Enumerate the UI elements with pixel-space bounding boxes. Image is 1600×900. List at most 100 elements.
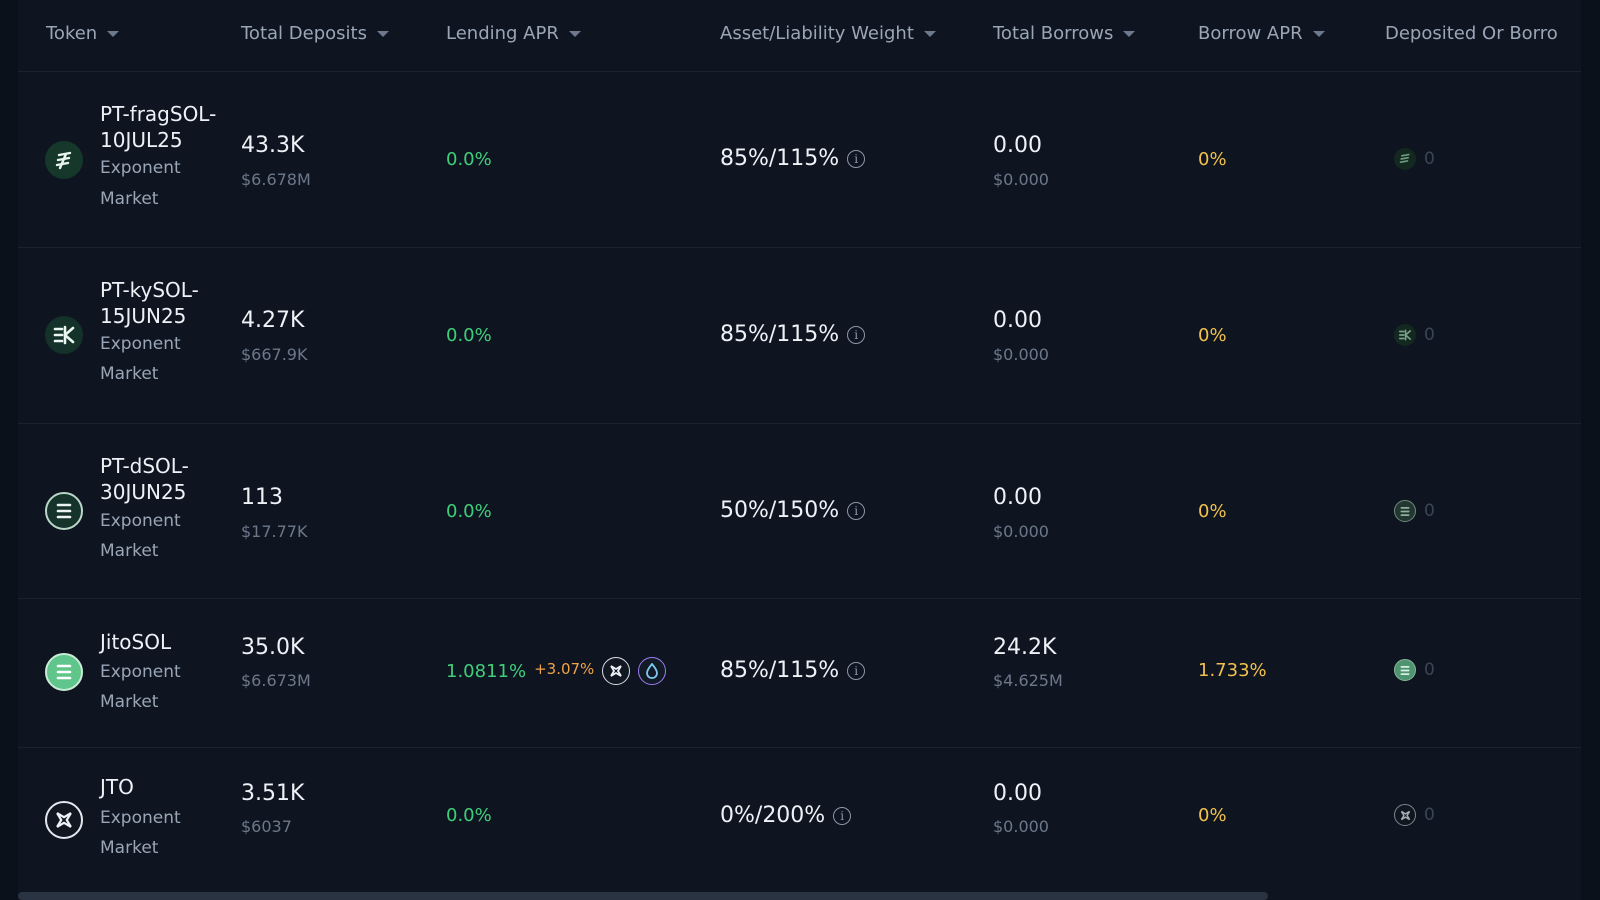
info-icon[interactable]: i	[847, 149, 866, 168]
borrow-apr: 1.733%	[1198, 660, 1267, 681]
fragsol-icon	[45, 141, 83, 179]
lending-apr: 0.0%	[446, 149, 492, 170]
column-header-token[interactable]: Token	[46, 20, 120, 46]
column-header-deposited[interactable]: Deposited Or Borro	[1385, 20, 1558, 46]
deposited-or-borrowed: 0	[1394, 324, 1435, 346]
deposited-or-borrowed: 0	[1394, 804, 1435, 826]
column-header-total-deposits[interactable]: Total Deposits	[241, 20, 389, 46]
drop-reward-icon[interactable]	[638, 657, 667, 685]
table-header: Token Total Deposits Lending APR Asset/L…	[18, 0, 1581, 72]
token-market: Exponent	[100, 511, 181, 531]
column-label: Asset/Liability Weight	[720, 22, 914, 44]
sort-caret-icon	[568, 31, 581, 37]
total-borrows-usd: $0.000	[993, 817, 1049, 836]
total-deposits-amount: 3.51K	[241, 781, 305, 806]
asset-liability-weight: 85%/115% i	[720, 146, 866, 171]
column-label: Total Deposits	[241, 22, 367, 44]
horizontal-scrollbar[interactable]	[18, 892, 1268, 900]
lending-apr-value: 0.0%	[446, 501, 492, 522]
column-label: Lending APR	[446, 22, 559, 44]
sort-caret-icon	[1312, 31, 1325, 37]
token-market: Exponent	[100, 158, 181, 178]
total-deposits-amount: 35.0K	[241, 635, 305, 660]
total-borrows-usd: $4.625M	[993, 671, 1063, 690]
column-label: Borrow APR	[1198, 22, 1303, 44]
borrow-apr: 0%	[1198, 325, 1227, 346]
jto-reward-icon[interactable]	[602, 657, 631, 685]
info-icon[interactable]: i	[847, 661, 866, 680]
total-deposits-usd: $17.77K	[241, 522, 308, 541]
lending-apr-value: 1.0811%	[446, 660, 527, 682]
token-symbol: JTO	[100, 775, 134, 799]
column-header-lending-apr[interactable]: Lending APR	[446, 20, 581, 46]
lending-apr: 1.0811% +3.07%	[446, 657, 667, 685]
sort-caret-icon	[107, 31, 120, 37]
token-market: Exponent	[100, 808, 181, 828]
jitosol-icon	[45, 653, 83, 691]
token-market-suffix: Market	[100, 692, 159, 712]
column-header-weight[interactable]: Asset/Liability Weight	[720, 20, 936, 46]
sort-caret-icon	[376, 31, 389, 37]
sort-caret-icon	[1123, 31, 1136, 37]
weight-value: 85%/115%	[720, 322, 840, 347]
total-deposits-amount: 43.3K	[241, 133, 305, 158]
token-market-suffix: Market	[100, 838, 159, 858]
token-symbol: PT-fragSOL- 10JUL25	[100, 102, 217, 152]
total-borrows-amount: 0.00	[993, 133, 1042, 158]
table-row[interactable]: PT-dSOL- 30JUN25 Exponent Market 113 $17…	[18, 424, 1581, 599]
lending-apr-value: 0.0%	[446, 149, 492, 170]
deposited-value: 0	[1424, 149, 1435, 169]
deposited-or-borrowed: 0	[1394, 148, 1435, 170]
table-row[interactable]: PT-fragSOL- 10JUL25 Exponent Market 43.3…	[18, 72, 1581, 248]
kysol-icon	[1394, 324, 1416, 346]
token-market-suffix: Market	[100, 541, 159, 561]
asset-liability-weight: 85%/115% i	[720, 658, 866, 683]
total-borrows-usd: $0.000	[993, 345, 1049, 364]
weight-value: 85%/115%	[720, 146, 840, 171]
borrow-apr: 0%	[1198, 501, 1227, 522]
asset-liability-weight: 85%/115% i	[720, 322, 866, 347]
total-borrows-usd: $0.000	[993, 522, 1049, 541]
token-market-suffix: Market	[100, 364, 159, 384]
total-borrows-amount: 0.00	[993, 781, 1042, 806]
column-label: Token	[46, 22, 98, 44]
column-header-total-borrows[interactable]: Total Borrows	[993, 20, 1136, 46]
deposited-or-borrowed: 0	[1394, 659, 1435, 681]
deposited-value: 0	[1424, 501, 1435, 521]
total-deposits-amount: 113	[241, 485, 283, 510]
lending-apr-bonus: +3.07%	[534, 660, 595, 678]
info-icon[interactable]: i	[847, 501, 866, 520]
total-deposits-usd: $6.673M	[241, 671, 311, 690]
token-symbol: JitoSOL	[100, 630, 172, 654]
lending-apr: 0.0%	[446, 805, 492, 826]
asset-liability-weight: 0%/200% i	[720, 803, 852, 828]
total-deposits-usd: $6.678M	[241, 170, 311, 189]
total-deposits-amount: 4.27K	[241, 308, 305, 333]
weight-value: 50%/150%	[720, 498, 840, 523]
token-symbol: PT-kySOL- 15JUN25	[100, 278, 199, 328]
table-row[interactable]: JitoSOL Exponent Market 35.0K $6.673M 1.…	[18, 599, 1581, 748]
table-row[interactable]: PT-kySOL- 15JUN25 Exponent Market 4.27K …	[18, 248, 1581, 424]
asset-liability-weight: 50%/150% i	[720, 498, 866, 523]
jitosol-icon	[1394, 659, 1416, 681]
kysol-icon	[45, 316, 83, 354]
sort-caret-icon	[923, 31, 936, 37]
deposited-or-borrowed: 0	[1394, 500, 1435, 522]
borrow-apr: 0%	[1198, 149, 1227, 170]
lending-apr: 0.0%	[446, 501, 492, 522]
column-label: Deposited Or Borro	[1385, 22, 1558, 44]
column-header-borrow-apr[interactable]: Borrow APR	[1198, 20, 1325, 46]
dsol-icon	[45, 492, 83, 530]
deposited-value: 0	[1424, 325, 1435, 345]
weight-value: 0%/200%	[720, 803, 826, 828]
jto-icon	[1394, 804, 1416, 826]
token-market-suffix: Market	[100, 189, 159, 209]
lending-apr-value: 0.0%	[446, 325, 492, 346]
info-icon[interactable]: i	[847, 325, 866, 344]
table-row[interactable]: JTO Exponent Market 3.51K $6037 0.0% 0%/…	[18, 748, 1581, 896]
info-icon[interactable]: i	[833, 806, 852, 825]
total-deposits-usd: $667.9K	[241, 345, 308, 364]
jto-icon	[45, 801, 83, 839]
total-borrows-amount: 0.00	[993, 308, 1042, 333]
deposited-value: 0	[1424, 805, 1435, 825]
